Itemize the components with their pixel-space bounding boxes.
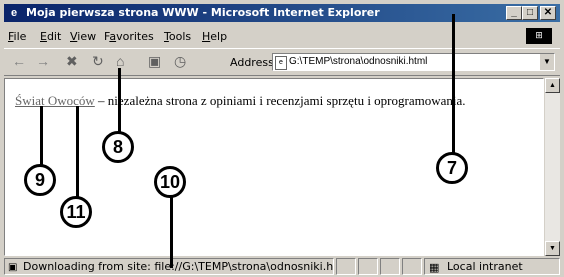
windows-logo-icon: ⊞ — [526, 28, 552, 44]
intranet-icon: ▦ — [429, 261, 440, 274]
site-link[interactable]: Świat Owoców — [15, 93, 95, 108]
menu-view[interactable]: View — [70, 30, 96, 43]
scroll-down-icon[interactable]: ▼ — [545, 241, 560, 256]
chevron-down-icon[interactable]: ▼ — [539, 54, 554, 70]
history-icon[interactable]: ◷ — [174, 53, 186, 70]
forward-icon[interactable]: → — [36, 53, 50, 69]
minimize-button[interactable]: _ — [506, 6, 522, 20]
back-icon[interactable]: ← — [12, 53, 26, 69]
status-bar: ▣ Downloading from site: file://G:\TEMP\… — [4, 258, 560, 275]
body-text: – niezależna strona z opiniami i recenzj… — [94, 93, 466, 108]
status-progress-cell — [336, 258, 356, 275]
status-text: Downloading from site: file://G:\TEMP\st… — [23, 260, 334, 273]
menu-bar: File Edit View Favorites Tools Help ⊞ — [4, 26, 560, 46]
scroll-up-icon[interactable]: ▲ — [545, 78, 560, 93]
status-text-cell: ▣ Downloading from site: file://G:\TEMP\… — [4, 258, 334, 275]
status-cell — [358, 258, 378, 275]
window-title: Moja pierwsza strona WWW - Microsoft Int… — [26, 6, 380, 19]
standard-toolbar: ← → ✖ ↻ ⌂ ▣ ◷ Address e G:\TEMP\strona\o… — [4, 48, 560, 76]
search-icon[interactable]: ▣ — [148, 53, 161, 70]
status-cell — [402, 258, 422, 275]
callout-11-leader — [76, 106, 79, 198]
callout-9-leader — [40, 106, 43, 166]
address-field[interactable]: e G:\TEMP\strona\odnosniki.html ▼ — [272, 53, 555, 71]
callout-11: 11 — [60, 196, 92, 228]
status-cell — [380, 258, 400, 275]
zone-cell: ▦ Local intranet — [424, 258, 560, 275]
callout-8-leader — [118, 68, 121, 134]
vertical-scrollbar[interactable]: ▲ ▼ — [544, 78, 560, 256]
ie-icon[interactable]: e — [7, 6, 21, 20]
callout-10: 10 — [154, 166, 186, 198]
maximize-button[interactable]: □ — [522, 6, 538, 20]
content-line: Świat Owoców – niezależna strona z opini… — [15, 93, 466, 109]
home-icon[interactable]: ⌂ — [116, 53, 124, 69]
menu-edit[interactable]: Edit — [40, 30, 61, 43]
address-value[interactable]: G:\TEMP\strona\odnosniki.html — [289, 54, 427, 70]
zone-text: Local intranet — [447, 260, 523, 273]
callout-9: 9 — [24, 164, 56, 196]
refresh-icon[interactable]: ↻ — [92, 53, 104, 70]
callout-7: 7 — [436, 152, 468, 184]
title-bar[interactable]: e Moja pierwsza strona WWW - Microsoft I… — [4, 4, 560, 22]
close-button[interactable]: ✕ — [540, 6, 556, 20]
page-icon: e — [275, 56, 287, 70]
callout-8: 8 — [102, 131, 134, 163]
address-label: Address — [230, 56, 274, 69]
callout-7-leader — [452, 14, 455, 154]
menu-help[interactable]: Help — [202, 30, 227, 43]
stop-icon[interactable]: ✖ — [66, 53, 78, 70]
status-page-icon: ▣ — [8, 262, 18, 273]
menu-file[interactable]: File — [8, 30, 26, 43]
browser-window: e Moja pierwsza strona WWW - Microsoft I… — [0, 0, 564, 277]
menu-favorites[interactable]: Favorites — [104, 30, 154, 43]
callout-10-leader — [170, 196, 173, 268]
menu-tools[interactable]: Tools — [164, 30, 191, 43]
